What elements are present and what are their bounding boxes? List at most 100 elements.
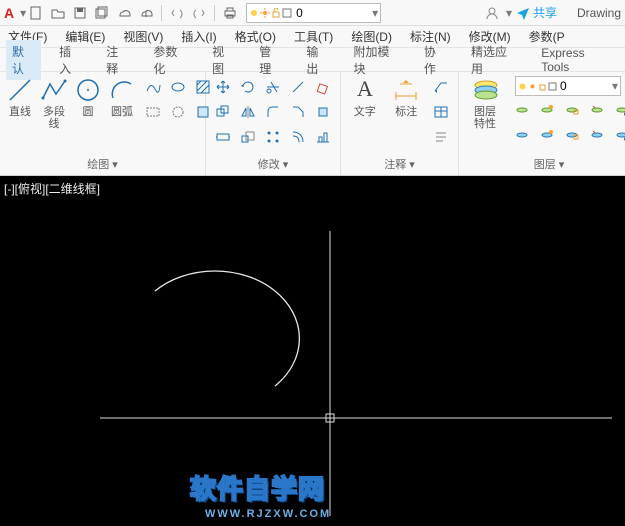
panel-layers: 图层 特性 0 ▾ — [459, 72, 625, 175]
svg-text:A: A — [357, 76, 373, 101]
array-icon[interactable] — [262, 126, 284, 148]
share-area: ▾ 共享 — [482, 3, 557, 23]
panel-annotate: A 文字 标注 注释 ▾ — [341, 72, 459, 175]
ribbon-tabs: 默认 插入 注释 参数化 视图 管理 输出 附加模块 协作 精选应用 Expre… — [0, 48, 625, 72]
table-icon[interactable] — [430, 101, 452, 123]
stretch-icon[interactable] — [212, 126, 234, 148]
panel-title[interactable]: 修改 ▾ — [212, 154, 334, 175]
viewport-label[interactable]: [-][俯视][二维线框] — [4, 180, 100, 197]
arc-label: 圆弧 — [111, 106, 133, 118]
line-tool[interactable]: 直线 — [6, 76, 34, 118]
send-icon — [516, 6, 530, 20]
layer-properties-icon — [471, 76, 499, 104]
rotate-icon[interactable] — [237, 76, 259, 98]
saveall-icon[interactable] — [92, 3, 112, 23]
separator — [214, 5, 215, 21]
layer-on-icon[interactable] — [511, 124, 533, 146]
panel-draw: 直线 多段线 圆 圆弧 绘图 ▾ — [0, 72, 206, 175]
new-icon[interactable] — [26, 3, 46, 23]
circle-label: 圆 — [83, 106, 94, 118]
person-icon[interactable] — [482, 3, 502, 23]
layer-isolate-icon[interactable] — [586, 99, 608, 121]
text-label: 文字 — [354, 106, 376, 118]
chevron-down-icon: ▾ — [372, 6, 378, 20]
ellipse-icon[interactable] — [167, 76, 189, 98]
move-icon[interactable] — [212, 76, 234, 98]
open-icon[interactable] — [48, 3, 68, 23]
mtext-icon[interactable] — [430, 126, 452, 148]
panel-modify: 修改 ▾ — [206, 72, 341, 175]
chevron-down-icon: ▾ — [612, 79, 618, 93]
trim-icon[interactable] — [262, 76, 284, 98]
panel-title[interactable]: 图层 ▾ — [465, 154, 625, 175]
extend-icon[interactable] — [287, 76, 309, 98]
erase-icon[interactable] — [312, 76, 334, 98]
arc-tool[interactable]: 圆弧 — [108, 76, 136, 118]
circle-icon — [74, 76, 102, 104]
layer-tools — [511, 99, 625, 146]
explode-icon[interactable] — [312, 101, 334, 123]
scale-icon[interactable] — [237, 126, 259, 148]
cloud-save-icon[interactable] — [136, 3, 156, 23]
dimension-tool[interactable]: 标注 — [389, 76, 425, 118]
layer-name: 0 — [292, 6, 372, 20]
drawing-canvas[interactable]: [-][俯视][二维线框] 软件自学网 WWW.RJZXW.COM — [0, 176, 625, 526]
print-icon[interactable] — [220, 3, 240, 23]
layer-unisolate-icon[interactable] — [586, 124, 608, 146]
layer-freeze-icon[interactable] — [536, 99, 558, 121]
polyline-icon — [40, 76, 68, 104]
share-label: 共享 — [533, 4, 557, 21]
mirror-icon[interactable] — [237, 101, 259, 123]
undo-icon[interactable] — [167, 3, 187, 23]
layer-selector[interactable]: 0 ▾ — [515, 76, 621, 96]
chevron-down-icon[interactable]: ▾ — [506, 6, 512, 20]
panel-title[interactable]: 注释 ▾ — [347, 154, 452, 175]
offset-icon[interactable] — [287, 126, 309, 148]
polyline-label: 多段线 — [40, 106, 68, 130]
color-swatch-icon — [282, 8, 292, 18]
app-logo: A — [4, 5, 14, 21]
share-button[interactable]: 共享 — [516, 4, 557, 21]
text-tool[interactable]: A 文字 — [347, 76, 383, 118]
cloud-open-icon[interactable] — [114, 3, 134, 23]
line-label: 直线 — [9, 106, 31, 118]
save-icon[interactable] — [70, 3, 90, 23]
document-title: Drawing — [577, 6, 621, 20]
polygon-icon[interactable] — [167, 101, 189, 123]
dim-label: 标注 — [395, 106, 417, 118]
layer-match-icon[interactable] — [611, 99, 625, 121]
leader-icon[interactable] — [430, 76, 452, 98]
lightbulb-on-icon — [249, 8, 259, 18]
panel-title[interactable]: 绘图 ▾ — [6, 154, 199, 175]
layer-thaw-icon[interactable] — [536, 124, 558, 146]
layer-off-icon[interactable] — [511, 99, 533, 121]
align-icon[interactable] — [312, 126, 334, 148]
watermark-text: 软件自学网 — [190, 469, 325, 506]
text-icon: A — [351, 76, 379, 104]
layer-name: 0 — [557, 79, 612, 93]
rectangle-icon[interactable] — [142, 101, 164, 123]
copy-icon[interactable] — [212, 101, 234, 123]
fillet-icon[interactable] — [262, 101, 284, 123]
polyline-tool[interactable]: 多段线 — [40, 76, 68, 130]
quick-access-toolbar: 0 ▾ — [26, 3, 381, 23]
circle-tool[interactable]: 圆 — [74, 76, 102, 118]
modify-tools — [212, 76, 334, 148]
layer-status-icons — [518, 82, 557, 91]
layer-previous-icon[interactable] — [611, 124, 625, 146]
line-icon — [6, 76, 34, 104]
lock-open-icon — [271, 8, 281, 18]
layer-lock-icon[interactable] — [561, 99, 583, 121]
ribbon: 直线 多段线 圆 圆弧 绘图 ▾ — [0, 72, 625, 176]
layer-status-icons — [249, 8, 292, 18]
draw-mini-tools — [142, 76, 214, 123]
layer-properties-tool[interactable]: 图层 特性 — [465, 76, 505, 130]
spline-icon[interactable] — [142, 76, 164, 98]
layer-combo[interactable]: 0 ▾ — [246, 3, 381, 23]
dimension-icon — [392, 76, 420, 104]
separator — [161, 5, 162, 21]
layer-unlock-icon[interactable] — [561, 124, 583, 146]
arc-icon — [108, 76, 136, 104]
chamfer-icon[interactable] — [287, 101, 309, 123]
redo-icon[interactable] — [189, 3, 209, 23]
